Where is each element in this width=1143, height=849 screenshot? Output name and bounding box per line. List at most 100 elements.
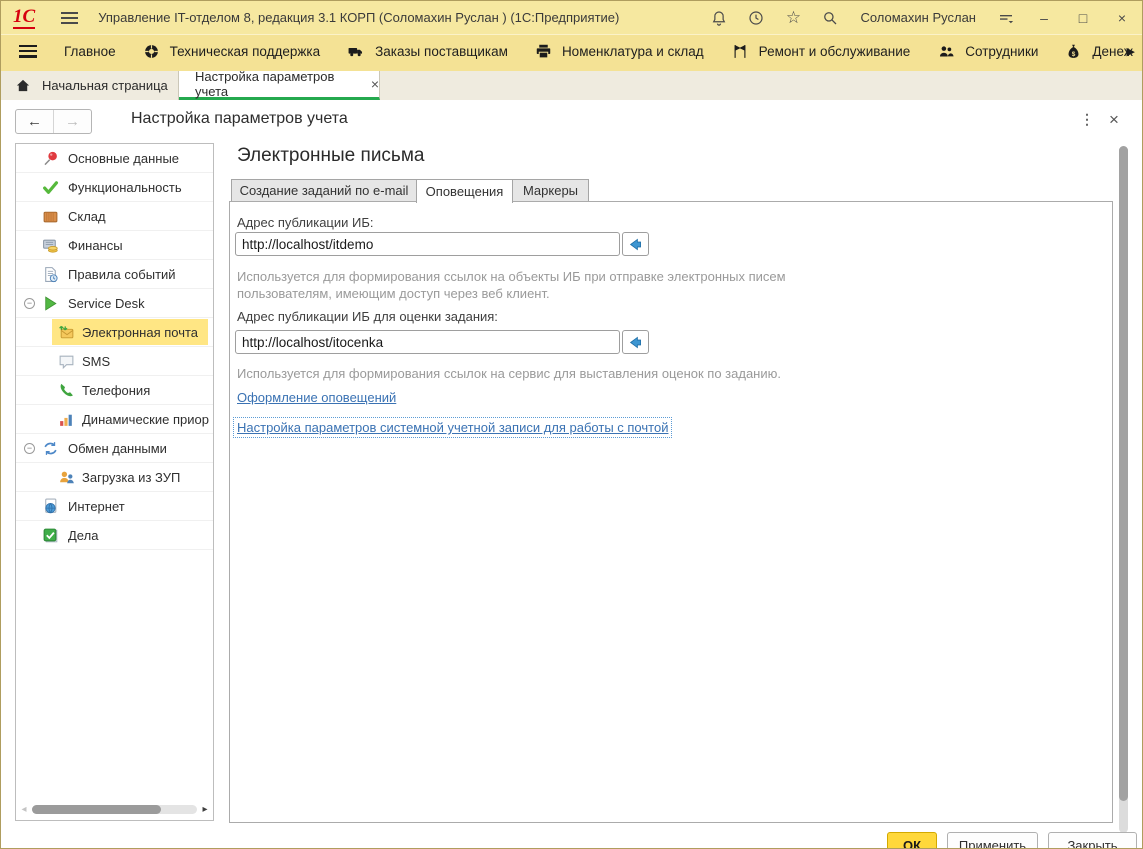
hscroll-track[interactable] <box>32 805 197 814</box>
sidebar-item-email[interactable]: Электронная почта <box>16 318 213 347</box>
apply-button[interactable]: Применить <box>947 832 1038 849</box>
globe-icon <box>42 498 59 515</box>
check-icon <box>42 179 59 196</box>
sync-icon <box>42 440 59 457</box>
rating-address-input[interactable] <box>235 330 620 354</box>
logo-text: 1С <box>13 7 35 29</box>
finance-icon <box>42 237 59 254</box>
system-mail-account-link[interactable]: Настройка параметров системной учетной з… <box>234 418 671 437</box>
settings-sidebar: Основные данные Функциональность Склад Ф… <box>15 143 214 821</box>
blue-left-arrow-icon <box>628 335 643 350</box>
sidebar-item-dynamic-priorities[interactable]: Динамические приор <box>16 405 213 434</box>
menu-item-nomenclature[interactable]: Номенклатура и склад <box>535 43 704 60</box>
mail-icon <box>58 324 75 341</box>
tab-notifications[interactable]: Оповещения <box>416 179 513 203</box>
go-arrow-button[interactable] <box>622 330 649 354</box>
phone-icon <box>58 382 75 399</box>
scroll-left-icon[interactable]: ◂ <box>16 803 32 816</box>
main-menu-icon[interactable] <box>61 12 78 24</box>
collapse-expander-icon[interactable]: − <box>24 443 35 454</box>
home-icon <box>15 78 31 93</box>
support-wheel-icon <box>143 43 160 60</box>
sidebar-item-zup-load[interactable]: Загрузка из ЗУП <box>16 463 213 492</box>
search-icon[interactable] <box>821 9 839 27</box>
persons-icon <box>58 469 75 486</box>
blue-left-arrow-icon <box>628 237 643 252</box>
tab-home[interactable]: Начальная страница <box>1 71 179 100</box>
publication-address-input[interactable] <box>235 232 620 256</box>
service-menu-icon[interactable] <box>997 9 1015 27</box>
sidebar-horizontal-scrollbar[interactable]: ◂ ▸ <box>16 803 213 816</box>
menu-item-employees[interactable]: Сотрудники <box>937 43 1038 60</box>
scroll-right-icon[interactable]: ▸ <box>197 803 213 816</box>
sidebar-item-event-rules[interactable]: Правила событий <box>16 260 213 289</box>
menu-overflow-arrow-icon[interactable]: ▶ <box>1127 35 1135 67</box>
moneybag-icon: $ <box>1065 43 1082 60</box>
sidebar-item-warehouse[interactable]: Склад <box>16 202 213 231</box>
back-button[interactable]: ← <box>16 110 54 133</box>
rating-address-hint: Используется для формирования ссылок на … <box>237 365 815 382</box>
crate-icon <box>42 208 59 225</box>
truck-icon <box>347 43 365 60</box>
close-button[interactable]: Закрыть <box>1048 832 1137 849</box>
notifications-tab-panel: Адрес публикации ИБ: Используется для фо… <box>229 201 1113 823</box>
publication-address-hint: Используется для формирования ссылок на … <box>237 268 815 302</box>
pin-icon <box>42 150 59 167</box>
sidebar-item-service-desk[interactable]: − Service Desk <box>16 289 213 318</box>
sidebar-item-functionality[interactable]: Функциональность <box>16 173 213 202</box>
menu-item-repair[interactable]: Ремонт и обслуживание <box>731 43 911 60</box>
publication-address-label: Адрес публикации ИБ: <box>237 215 374 230</box>
title-bar: 1С Управление IT-отделом 8, редакция 3.1… <box>1 1 1142 34</box>
race-flags-icon <box>731 43 749 60</box>
menu-item-tech-support[interactable]: Техническая поддержка <box>143 43 321 60</box>
1c-logo-icon: 1С <box>13 7 35 29</box>
maximize-button[interactable]: □ <box>1073 10 1093 26</box>
collapse-expander-icon[interactable]: − <box>24 298 35 309</box>
vertical-scrollbar-thumb[interactable] <box>1119 146 1128 801</box>
tab-email-task-creation[interactable]: Создание заданий по e-mail <box>231 179 417 202</box>
go-arrow-button[interactable] <box>622 232 649 256</box>
window-title: Управление IT-отделом 8, редакция 3.1 КО… <box>98 10 619 25</box>
history-icon[interactable] <box>747 9 765 27</box>
people-icon <box>937 43 955 60</box>
sidebar-item-internet[interactable]: Интернет <box>16 492 213 521</box>
tab-close-icon[interactable]: × <box>371 76 379 92</box>
sms-bubble-icon <box>58 353 75 370</box>
open-windows-tab-bar: Начальная страница Настройка параметров … <box>1 67 1142 100</box>
hscroll-thumb[interactable] <box>32 805 161 814</box>
event-rules-icon <box>42 266 59 283</box>
forward-button[interactable]: → <box>54 110 91 133</box>
history-nav-group: ← → <box>15 109 92 134</box>
minimize-button[interactable]: – <box>1034 10 1054 26</box>
notifications-bell-icon[interactable] <box>710 9 728 27</box>
tab-settings-active[interactable]: Настройка параметров учета × <box>179 71 380 100</box>
current-user[interactable]: Соломахин Руслан <box>860 10 976 25</box>
titlebar-actions: ☆ Соломахин Руслан – □ × <box>710 1 1132 34</box>
sidebar-item-main-data[interactable]: Основные данные <box>16 144 213 173</box>
printer-icon <box>535 43 552 60</box>
sidebar-item-finance[interactable]: Финансы <box>16 231 213 260</box>
sections-hamburger-icon[interactable] <box>19 45 37 58</box>
sidebar-item-tasks[interactable]: Дела <box>16 521 213 550</box>
todo-checkbox-icon <box>42 527 59 544</box>
page-title: Настройка параметров учета <box>131 110 348 128</box>
svg-text:$: $ <box>1072 50 1076 57</box>
ok-button[interactable]: ОК <box>887 832 937 849</box>
sidebar-item-telephony[interactable]: Телефония <box>16 376 213 405</box>
bar-chart-icon <box>58 411 75 428</box>
form-close-icon[interactable]: × <box>1109 110 1119 130</box>
menu-item-main[interactable]: Главное <box>64 44 116 59</box>
rating-address-label: Адрес публикации ИБ для оценки задания: <box>237 309 498 324</box>
section-heading: Электронные письма <box>237 145 424 167</box>
notification-design-link[interactable]: Оформление оповещений <box>237 390 396 405</box>
window-close-button[interactable]: × <box>1112 10 1132 26</box>
menu-item-supplier-orders[interactable]: Заказы поставщикам <box>347 43 508 60</box>
favorites-star-icon[interactable]: ☆ <box>784 9 802 27</box>
more-menu-icon[interactable]: ⋮ <box>1080 111 1095 128</box>
tab-markers[interactable]: Маркеры <box>512 179 589 202</box>
sections-menu-bar: Главное Техническая поддержка Заказы пос… <box>1 34 1142 67</box>
play-icon <box>42 295 59 312</box>
application-window: 1С Управление IT-отделом 8, редакция 3.1… <box>0 0 1143 849</box>
sidebar-item-data-exchange[interactable]: − Обмен данными <box>16 434 213 463</box>
sidebar-item-sms[interactable]: SMS <box>16 347 213 376</box>
